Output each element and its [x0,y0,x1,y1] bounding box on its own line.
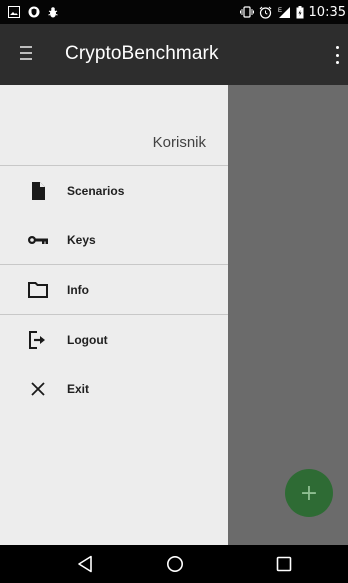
hamburger-icon[interactable] [20,46,32,64]
image-icon [8,6,20,18]
recents-icon[interactable] [269,545,299,583]
user-name: Korisnik [152,134,206,151]
status-time: 10:35 [308,4,346,20]
menu-item-label: Scenarios [67,183,125,198]
app-title: CryptoBenchmark [65,43,219,64]
vibrate-icon [239,6,254,18]
close-icon [27,378,49,400]
bug-icon [48,6,58,19]
logout-icon [27,329,49,351]
menu-item-info[interactable]: Info [0,265,228,314]
menu-item-label: Keys [67,232,96,247]
back-icon[interactable] [70,545,100,583]
app-toolbar: CryptoBenchmark [0,24,348,85]
menu-item-keys[interactable]: Keys [0,215,228,264]
menu-item-scenarios[interactable]: Scenarios [0,166,228,215]
system-nav-bar [0,545,348,583]
battery-icon [296,5,304,19]
menu-item-label: Exit [67,381,90,396]
key-icon [27,229,49,251]
menu-item-logout[interactable]: Logout [0,315,228,364]
add-fab-button[interactable]: + [285,469,333,517]
svg-text:E: E [278,8,282,14]
app-screen: E 10:35 CryptoBenchmark Korisnik Scenari… [0,0,348,583]
signal-icon: E [277,6,291,19]
home-icon[interactable] [160,545,190,583]
folder-icon [27,279,49,301]
shield-icon [28,6,40,18]
file-icon [27,180,49,202]
alarm-icon [259,6,272,19]
navigation-drawer: Korisnik Scenarios Keys Info Logout Exit [0,85,228,545]
menu-item-exit[interactable]: Exit [0,364,228,413]
menu-item-label: Info [67,282,89,297]
more-vert-icon[interactable] [334,46,340,64]
menu-item-label: Logout [67,332,108,347]
drawer-header: Korisnik [0,85,228,166]
status-bar: E 10:35 [0,0,348,24]
